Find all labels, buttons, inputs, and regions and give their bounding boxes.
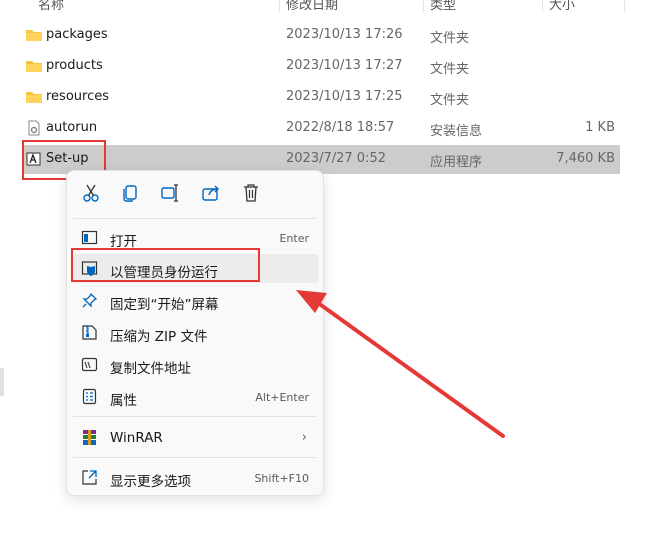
annotation-arrow [296, 290, 505, 438]
